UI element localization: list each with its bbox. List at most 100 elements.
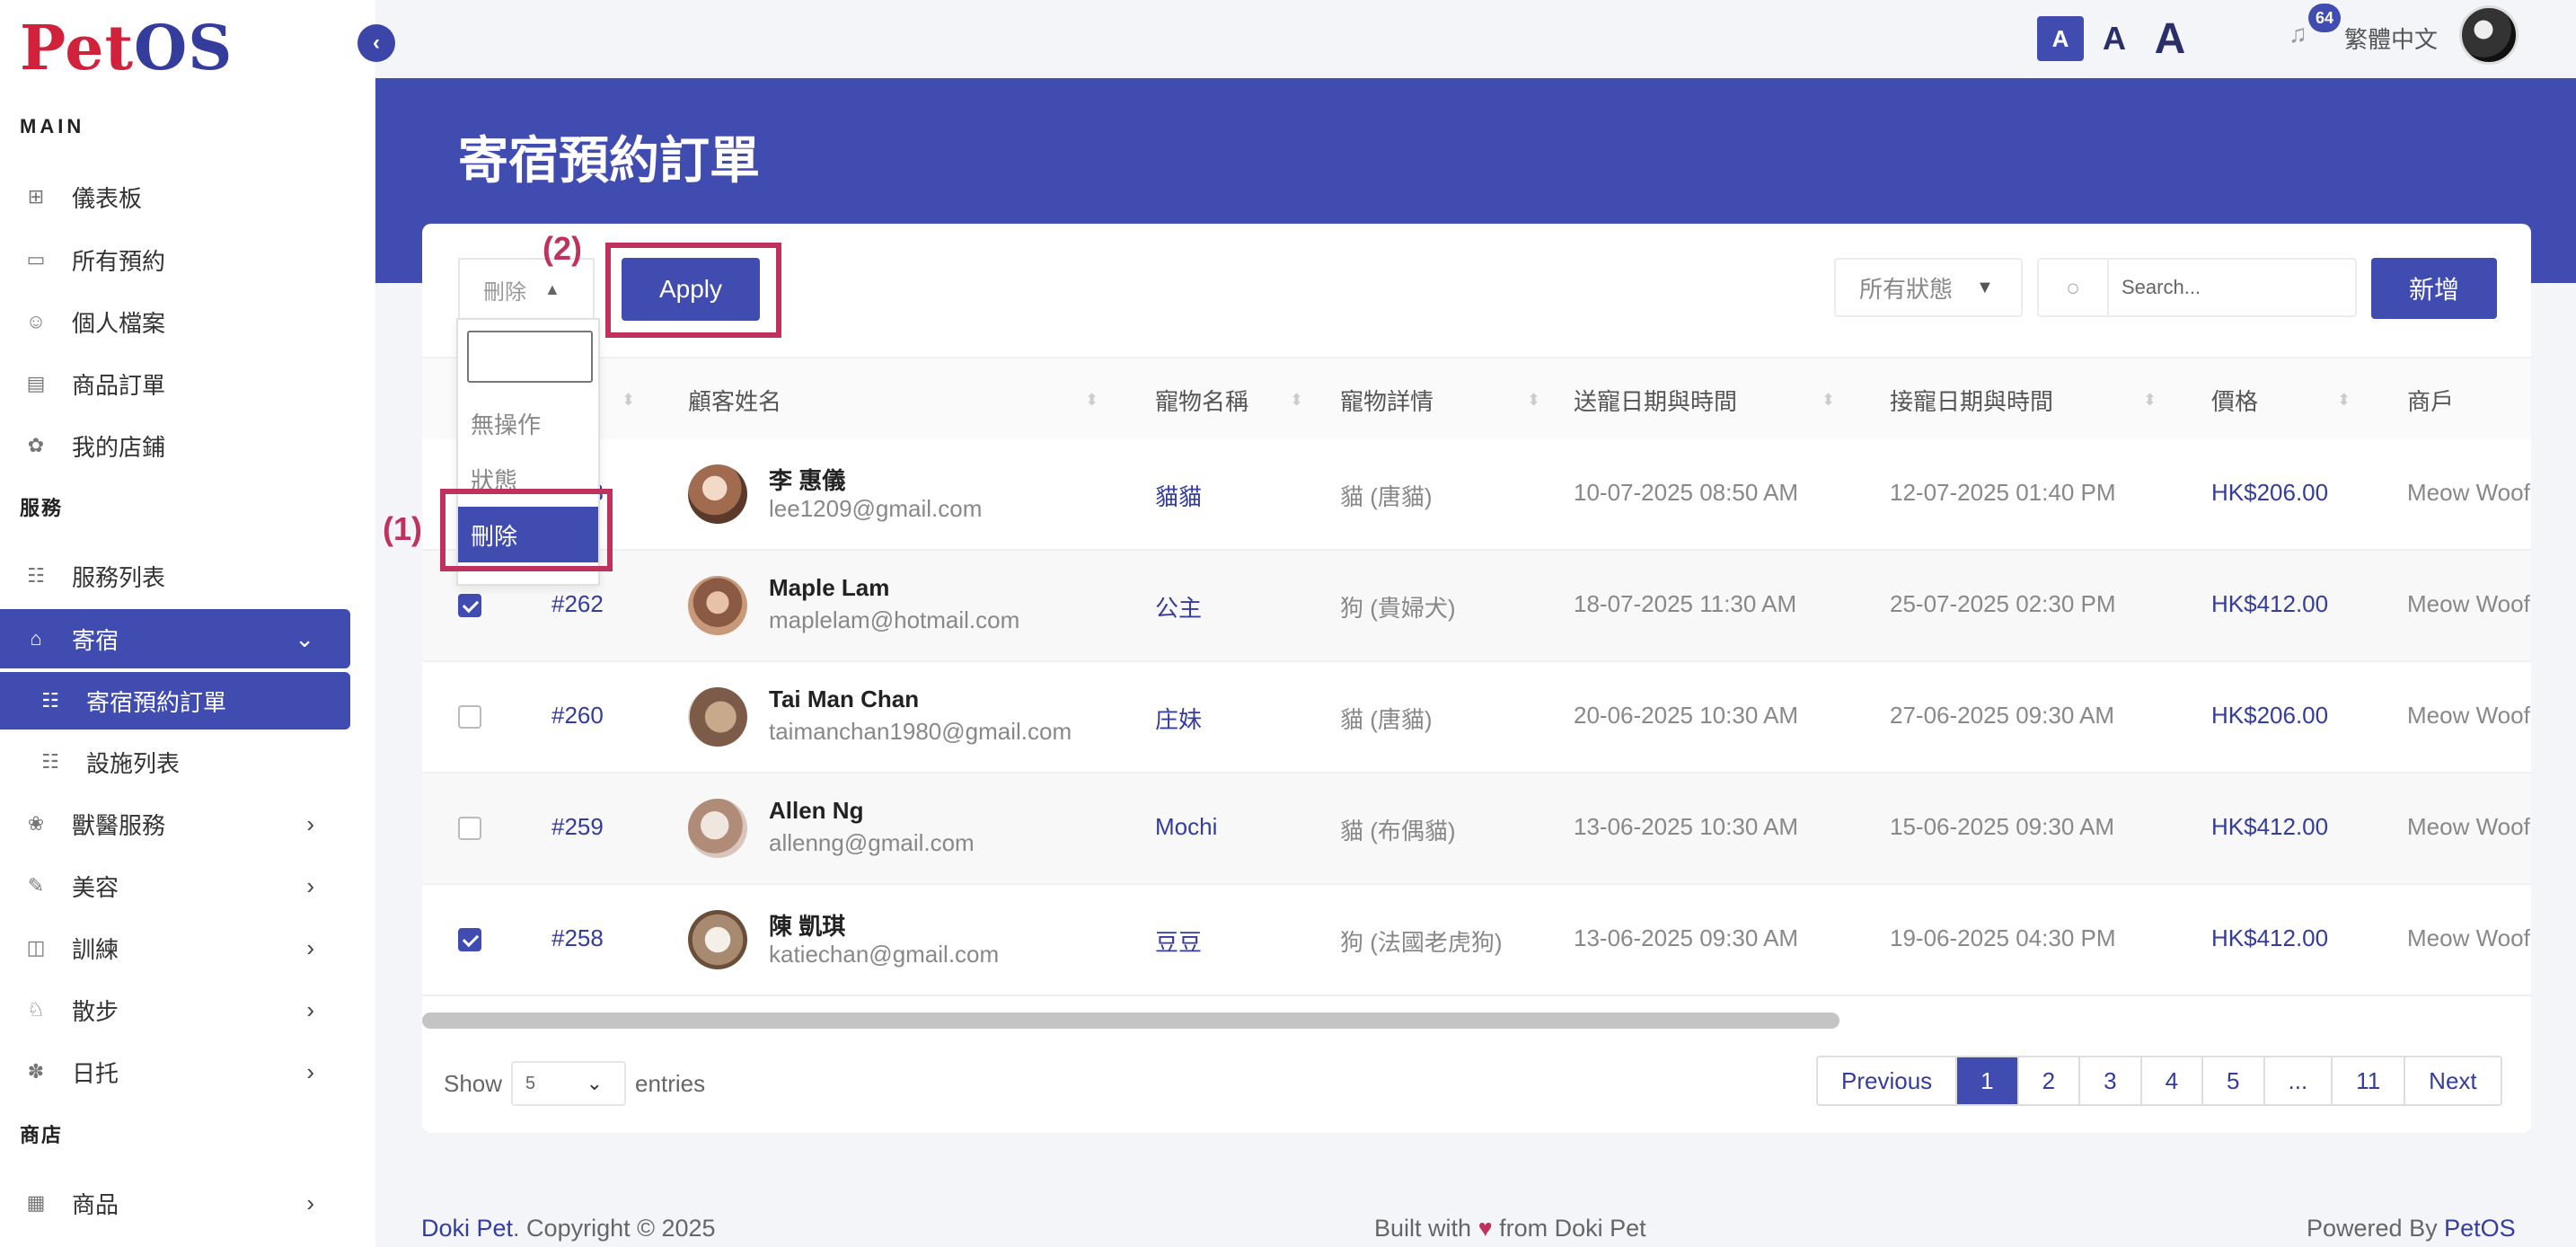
order-id[interactable]: #262 — [551, 590, 604, 618]
sidebar-item-label: 日托 — [72, 1059, 119, 1087]
column-header-merchant[interactable]: 商戶 — [2407, 358, 2454, 441]
order-id[interactable]: #259 — [551, 813, 604, 841]
price: HK$206.00 — [2211, 479, 2329, 506]
column-header-pet-name[interactable]: 寵物名稱 — [1155, 358, 1248, 441]
row-checkbox[interactable] — [458, 594, 481, 617]
dropdown-search-input[interactable] — [467, 331, 593, 383]
row-checkbox[interactable] — [458, 928, 481, 951]
font-size-medium-button[interactable]: A — [2091, 16, 2138, 61]
annotation-highlight-1 — [440, 489, 613, 571]
heart-icon: ♥ — [1478, 1215, 1493, 1242]
page-3[interactable]: 3 — [2080, 1057, 2142, 1104]
sidebar-item-training[interactable]: ◫ 訓練 › — [0, 918, 350, 977]
sidebar-item-facility-list[interactable]: ☷ 設施列表 — [0, 732, 350, 792]
page-1[interactable]: 1 — [1957, 1057, 2019, 1104]
merchant: Meow Woof — [2407, 590, 2530, 617]
sidebar-item-products[interactable]: ▦ 商品 › — [0, 1173, 350, 1233]
sort-icon[interactable]: ⬍ — [2143, 391, 2157, 410]
customer-name: 陳 凱琪 — [769, 913, 846, 940]
column-header-pick-up[interactable]: 接寵日期與時間 — [1890, 358, 2053, 441]
customer-email: katiechan@gmail.com — [769, 941, 1000, 968]
order-id[interactable]: #260 — [551, 702, 604, 730]
sort-icon[interactable]: ⬍ — [1290, 391, 1303, 410]
sort-icon[interactable]: ⬍ — [622, 391, 635, 410]
horizontal-scrollbar[interactable] — [422, 1013, 1839, 1029]
customer-email: allenng@gmail.com — [769, 829, 975, 856]
column-header-pet-detail[interactable]: 寵物詳情 — [1340, 358, 1434, 441]
status-filter-select[interactable]: 所有狀態 ▼ — [1834, 258, 2023, 317]
drop-off-time: 20-06-2025 10:30 AM — [1574, 702, 1799, 729]
font-size-large-button[interactable]: A — [2147, 15, 2193, 63]
sidebar-item-daycare[interactable]: ✽ 日托 › — [0, 1042, 350, 1101]
sidebar-item-boarding-orders[interactable]: ☷ 寄宿預約訂單 — [0, 672, 350, 730]
merchant: Meow Woof — [2407, 702, 2530, 729]
petos-logo[interactable]: PetOS — [20, 13, 233, 84]
entries-select[interactable]: 5 ⌄ — [511, 1061, 627, 1106]
sidebar-item-grooming[interactable]: ✎ 美容 › — [0, 856, 350, 915]
sidebar-item-label: 商品 — [72, 1190, 119, 1218]
sort-icon[interactable]: ⬍ — [1822, 391, 1835, 410]
page-11[interactable]: 11 — [2333, 1057, 2406, 1104]
customer-email: maplelam@hotmail.com — [769, 606, 1020, 633]
collapse-sidebar-button[interactable]: ‹ — [357, 24, 395, 62]
chevron-right-icon: › — [306, 995, 314, 1023]
sort-icon[interactable]: ⬍ — [1527, 391, 1540, 410]
table-row[interactable]: #263 李 惠儀 lee1209@gmail.com 貓貓 貓 (唐貓) 10… — [422, 439, 2531, 551]
pet-name[interactable]: Mochi — [1155, 813, 1217, 841]
pet-name[interactable]: 庄妹 — [1155, 702, 1202, 735]
sidebar-item-label: 商品訂單 — [72, 371, 166, 399]
column-header-customer[interactable]: 顧客姓名 — [688, 358, 781, 441]
footer-brand-link[interactable]: Doki Pet — [421, 1215, 513, 1242]
order-id[interactable]: #258 — [551, 924, 604, 952]
row-checkbox[interactable] — [458, 817, 481, 840]
table-row[interactable]: #259 Allen Ng allenng@gmail.com Mochi 貓 … — [422, 774, 2531, 885]
annotation-label-1: (1) — [383, 510, 422, 547]
column-header-price[interactable]: 價格 — [2211, 358, 2258, 441]
pet-name[interactable]: 貓貓 — [1155, 479, 1202, 512]
sidebar-item-label: 所有預約 — [72, 247, 166, 275]
sidebar-item-service-list[interactable]: ☷ 服務列表 — [0, 546, 350, 606]
language-switcher[interactable]: 繁體中文 — [2344, 22, 2438, 55]
page-5[interactable]: 5 — [2203, 1057, 2265, 1104]
table-row[interactable]: #262 Maple Lam maplelam@hotmail.com 公主 狗… — [422, 551, 2531, 662]
user-icon: ☺ — [25, 310, 47, 332]
column-header-drop-off[interactable]: 送寵日期與時間 — [1574, 358, 1737, 441]
page-previous[interactable]: Previous — [1818, 1057, 1958, 1104]
sidebar-item-boarding[interactable]: ⌂ 寄宿 ⌄ — [0, 609, 350, 668]
font-size-small-button[interactable]: A — [2037, 16, 2084, 61]
page-2[interactable]: 2 — [2019, 1057, 2081, 1104]
sidebar-item-label: 儀表板 — [72, 184, 143, 212]
status-filter-value: 所有狀態 — [1859, 275, 1954, 303]
add-button[interactable]: 新增 — [2371, 258, 2497, 319]
sidebar-item-vet[interactable]: ❀ 獸醫服務 › — [0, 794, 350, 853]
pet-name[interactable]: 豆豆 — [1155, 924, 1202, 958]
sidebar-item-walking[interactable]: ♘ 散步 › — [0, 980, 350, 1039]
search-box: ○ — [2037, 258, 2357, 317]
annotation-highlight-2 — [605, 243, 781, 338]
sidebar-item-label: 美容 — [72, 873, 119, 901]
bulk-action-value: 刪除 — [483, 279, 526, 305]
sort-icon[interactable]: ⬍ — [1085, 391, 1098, 410]
sidebar-item-label: 訓練 — [72, 935, 119, 963]
footer-powered-brand[interactable]: PetOS — [2444, 1215, 2516, 1242]
sidebar-item-my-store[interactable]: ✿ 我的店鋪 — [0, 416, 350, 475]
sidebar-item-dashboard[interactable]: ⊞ 儀表板 — [0, 167, 350, 226]
pet-name[interactable]: 公主 — [1155, 590, 1202, 624]
entries-value: 5 — [525, 1073, 536, 1093]
price: HK$206.00 — [2211, 702, 2329, 729]
sidebar-item-product-orders[interactable]: ▤ 商品訂單 — [0, 354, 350, 413]
search-input[interactable] — [2109, 276, 2342, 299]
sidebar-item-label: 寄宿 — [72, 626, 119, 654]
customer-email: lee1209@gmail.com — [769, 495, 983, 522]
caret-down-icon: ▼ — [1976, 277, 1994, 297]
page-next[interactable]: Next — [2405, 1057, 2500, 1104]
sidebar-item-profile[interactable]: ☺ 個人檔案 — [0, 292, 350, 351]
sidebar-item-all-bookings[interactable]: ▭ 所有預約 — [0, 230, 350, 289]
user-avatar[interactable] — [2459, 5, 2519, 65]
table-row[interactable]: #258 陳 凱琪 katiechan@gmail.com 豆豆 狗 (法國老虎… — [422, 885, 2531, 996]
dropdown-option-no-action[interactable]: 無操作 — [458, 395, 598, 451]
row-checkbox[interactable] — [458, 705, 481, 729]
sort-icon[interactable]: ⬍ — [2337, 391, 2351, 410]
page-4[interactable]: 4 — [2142, 1057, 2204, 1104]
table-row[interactable]: #260 Tai Man Chan taimanchan1980@gmail.c… — [422, 662, 2531, 774]
